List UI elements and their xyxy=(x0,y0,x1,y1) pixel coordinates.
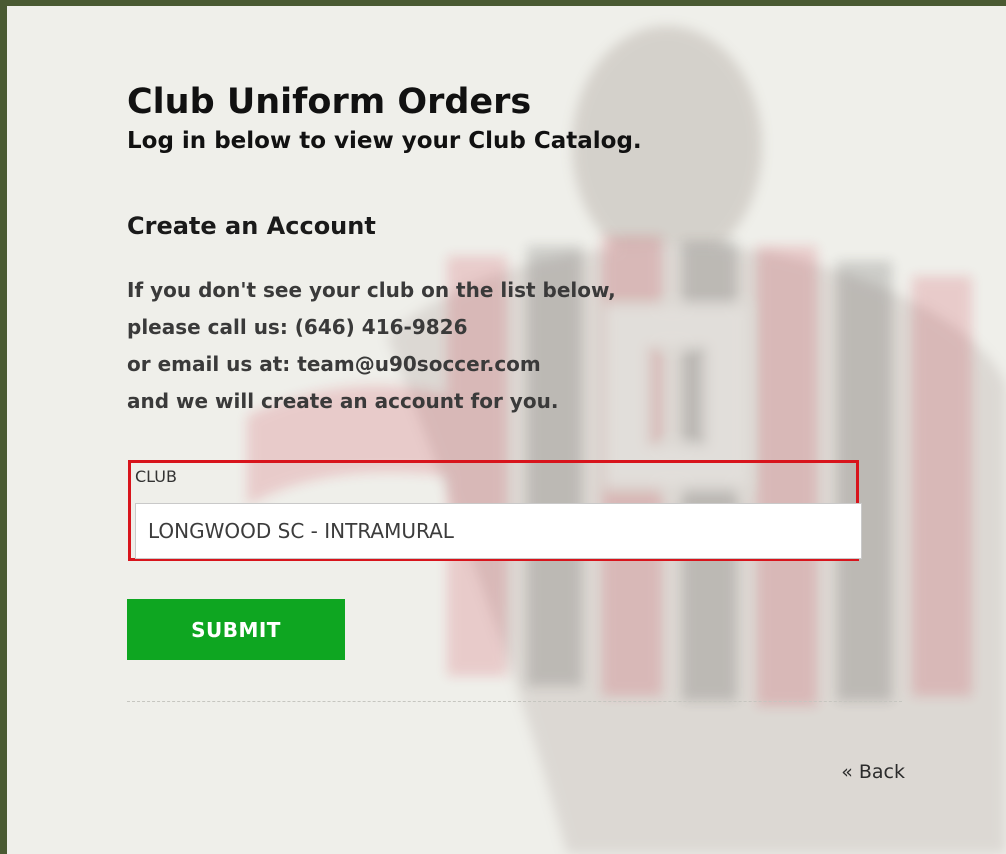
back-link[interactable]: « Back xyxy=(841,761,905,783)
create-account-heading: Create an Account xyxy=(127,212,376,240)
instruction-line-phone: please call us: (646) 416-9826 xyxy=(127,315,468,339)
login-content: Club Uniform Orders Log in below to view… xyxy=(127,6,907,854)
submit-button[interactable]: SUBMIT xyxy=(127,599,345,660)
page-subtitle: Log in below to view your Club Catalog. xyxy=(127,128,642,154)
page-title: Club Uniform Orders xyxy=(127,82,532,122)
instruction-line: If you don't see your club on the list b… xyxy=(127,278,616,302)
club-select-value: LONGWOOD SC - INTRAMURAL xyxy=(148,519,454,543)
club-select[interactable]: LONGWOOD SC - INTRAMURAL xyxy=(135,503,862,559)
club-field-label: CLUB xyxy=(135,467,177,486)
divider xyxy=(127,701,902,702)
create-account-instructions: If you don't see your club on the list b… xyxy=(127,272,767,420)
instruction-line: and we will create an account for you. xyxy=(127,389,559,413)
club-field-highlight: CLUB LONGWOOD SC - INTRAMURAL xyxy=(128,460,862,561)
login-panel: Club Uniform Orders Log in below to view… xyxy=(7,6,1006,854)
instruction-line-email: or email us at: team@u90soccer.com xyxy=(127,352,541,376)
